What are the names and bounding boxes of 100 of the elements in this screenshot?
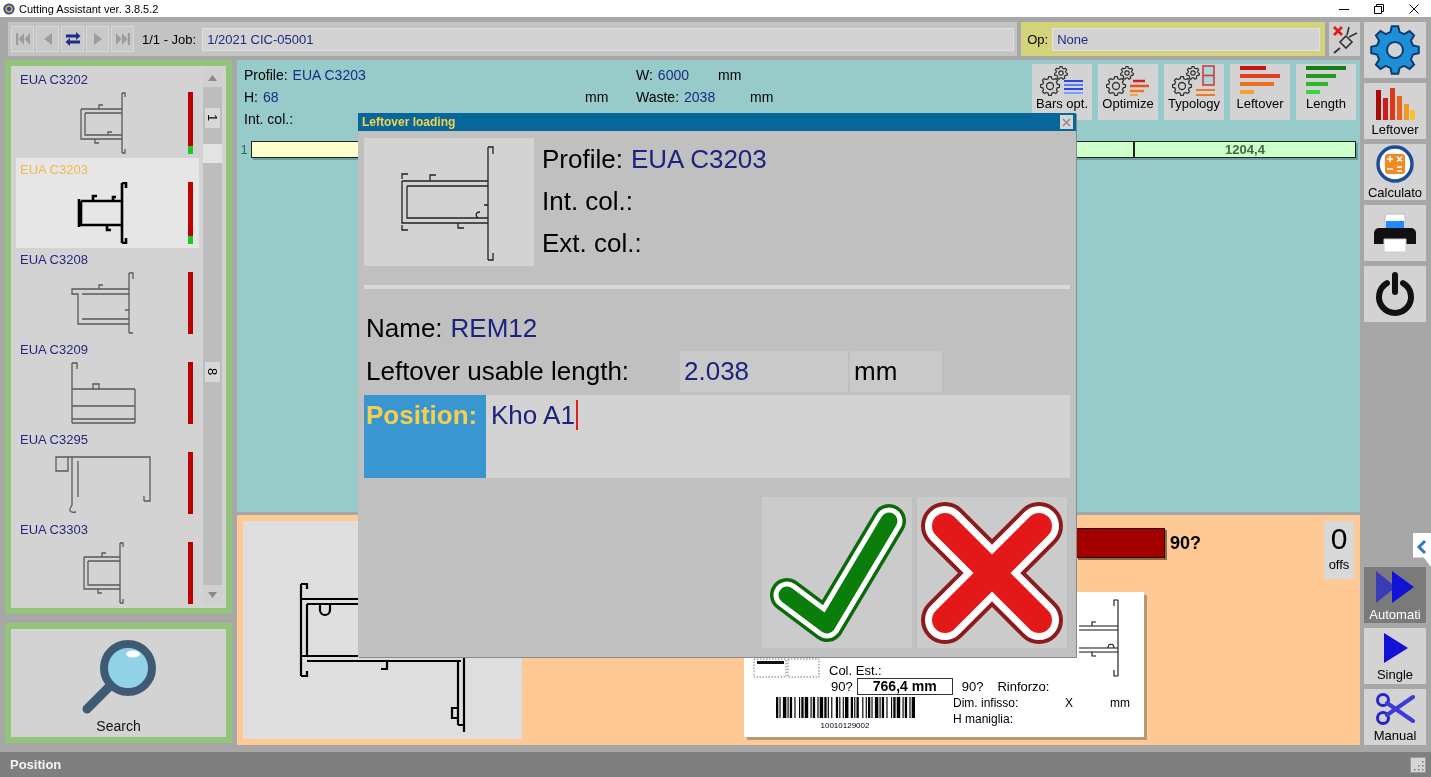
- unit-label: mm: [718, 67, 742, 83]
- length-button[interactable]: Length: [1296, 64, 1356, 120]
- width-label: W:: [636, 67, 653, 83]
- play-icon: [1381, 630, 1409, 665]
- settings-icon: [1370, 25, 1420, 75]
- job-field[interactable]: 1/2021 CIC-05001: [202, 27, 1015, 51]
- angle-label: 90?: [1170, 532, 1202, 554]
- gears-lines-icon: [1040, 65, 1084, 97]
- frame-icon: [753, 658, 820, 678]
- triangle-down-icon: [208, 591, 217, 598]
- cancel-button[interactable]: [917, 497, 1067, 648]
- printer-icon: [1373, 213, 1417, 253]
- triangle-up-icon: [208, 74, 217, 81]
- leftover-button[interactable]: Leftover: [1230, 64, 1290, 120]
- swap-button[interactable]: [61, 26, 84, 52]
- skip-forward-icon: [114, 31, 131, 47]
- width-value: 6000: [657, 67, 689, 83]
- status-text: Position: [10, 757, 62, 772]
- progress-track: [188, 451, 193, 514]
- reinforcement-label: Rinforzo:: [997, 679, 1050, 694]
- skip-back-icon: [14, 31, 31, 47]
- restore-icon: [1373, 3, 1384, 14]
- checkmark-icon: [767, 502, 907, 643]
- single-button[interactable]: Single: [1364, 628, 1426, 684]
- swap-arrows-icon: [64, 31, 81, 47]
- resize-grip-icon: [1410, 756, 1426, 773]
- automatic-button[interactable]: Automati: [1364, 567, 1426, 623]
- profile-label: Profile:: [542, 143, 623, 176]
- unit-label: mm: [750, 89, 774, 105]
- interior-color-label: Int. col.:: [542, 185, 634, 218]
- unit-label: mm: [1110, 695, 1130, 711]
- settings-button[interactable]: [1364, 22, 1426, 78]
- manual-button[interactable]: Manual: [1364, 689, 1426, 745]
- optimize-button[interactable]: Optimize: [1098, 64, 1158, 120]
- progress-track: [188, 361, 193, 424]
- job-label: 1/1 - Job:: [142, 31, 197, 47]
- exterior-color-label: Ext. col.:: [542, 227, 642, 260]
- gears-lines-icon: [1106, 65, 1150, 97]
- close-icon: [1062, 117, 1071, 127]
- operator-field[interactable]: None: [1052, 27, 1321, 51]
- typology-button[interactable]: Typology: [1164, 64, 1224, 120]
- profile-drawing: [69, 271, 135, 334]
- waste-label: Waste:: [636, 89, 680, 105]
- position-field[interactable]: Kho A1: [486, 395, 1070, 478]
- dialog-title: Leftover loading: [362, 115, 456, 129]
- length-value: 766,4 mm: [856, 678, 953, 695]
- connection-button[interactable]: [1329, 22, 1360, 56]
- scroll-label: 1: [205, 108, 220, 128]
- cross-icon: [919, 499, 1065, 646]
- bar-chart-icon: [1375, 85, 1415, 120]
- name-label: Name:: [366, 312, 443, 344]
- interior-color-label: Int. col.:: [244, 111, 294, 127]
- profile-value: EUA C3203: [292, 67, 366, 83]
- bars-icon: [1304, 65, 1348, 97]
- bar-segment: 1204,4: [1134, 141, 1356, 158]
- bars-options-button[interactable]: Bars opt.: [1032, 64, 1092, 120]
- row-number: 1: [239, 142, 249, 157]
- offs-label: offs: [1328, 557, 1350, 573]
- leftover-button[interactable]: Leftover: [1364, 83, 1426, 139]
- unit-label: mm: [585, 89, 609, 105]
- scrollbar-thumb[interactable]: [203, 144, 222, 163]
- calculator-button[interactable]: Calculato: [1364, 144, 1426, 200]
- print-button[interactable]: [1364, 205, 1426, 261]
- gears-window-icon: [1172, 65, 1216, 97]
- chevron-left-icon: [1416, 539, 1428, 555]
- offs-count: 0: [1330, 521, 1348, 557]
- length-field[interactable]: 2.038: [680, 351, 848, 392]
- window-title: Cutting Assistant ver. 3.8.5.2: [19, 2, 159, 15]
- angle-label: 90?: [961, 679, 984, 694]
- waste-value: 2038: [684, 89, 716, 105]
- bars-icon: [1238, 65, 1282, 97]
- scissors-icon: [1375, 691, 1415, 726]
- operator-label: Op:: [1027, 31, 1049, 47]
- dimension-label: Dim. infisso:: [953, 695, 1020, 711]
- progress-track: [188, 271, 193, 334]
- plug-icon: [1330, 24, 1359, 54]
- length-label: Leftover usable length:: [365, 355, 631, 388]
- name-value: REM12: [450, 312, 538, 344]
- dimension-separator: X: [1065, 695, 1074, 711]
- unit-label: mm: [850, 351, 942, 392]
- power-icon: [1373, 271, 1417, 317]
- position-label: Position:: [364, 395, 486, 478]
- profile-label: Profile:: [244, 67, 288, 83]
- angle-label: 90?: [831, 679, 853, 694]
- scroll-label: 8: [205, 362, 220, 382]
- search-button[interactable]: Search: [5, 623, 232, 743]
- height-value: 68: [263, 89, 279, 105]
- confirm-button[interactable]: [762, 497, 912, 648]
- power-button[interactable]: [1364, 266, 1426, 322]
- profile-drawing: [80, 541, 124, 604]
- profile-value: EUA C3203: [630, 143, 767, 176]
- calculator-icon: [1376, 144, 1414, 183]
- close-icon: [1408, 3, 1419, 14]
- fast-forward-icon: [1374, 568, 1416, 605]
- height-label: H:: [244, 89, 258, 105]
- handle-height-label: H maniglia:: [953, 711, 1014, 727]
- color-label: Col. Est.:: [829, 663, 882, 678]
- profile-drawing: [78, 91, 126, 154]
- app-icon: [3, 2, 15, 15]
- barcode-number: 10010129002: [820, 721, 870, 731]
